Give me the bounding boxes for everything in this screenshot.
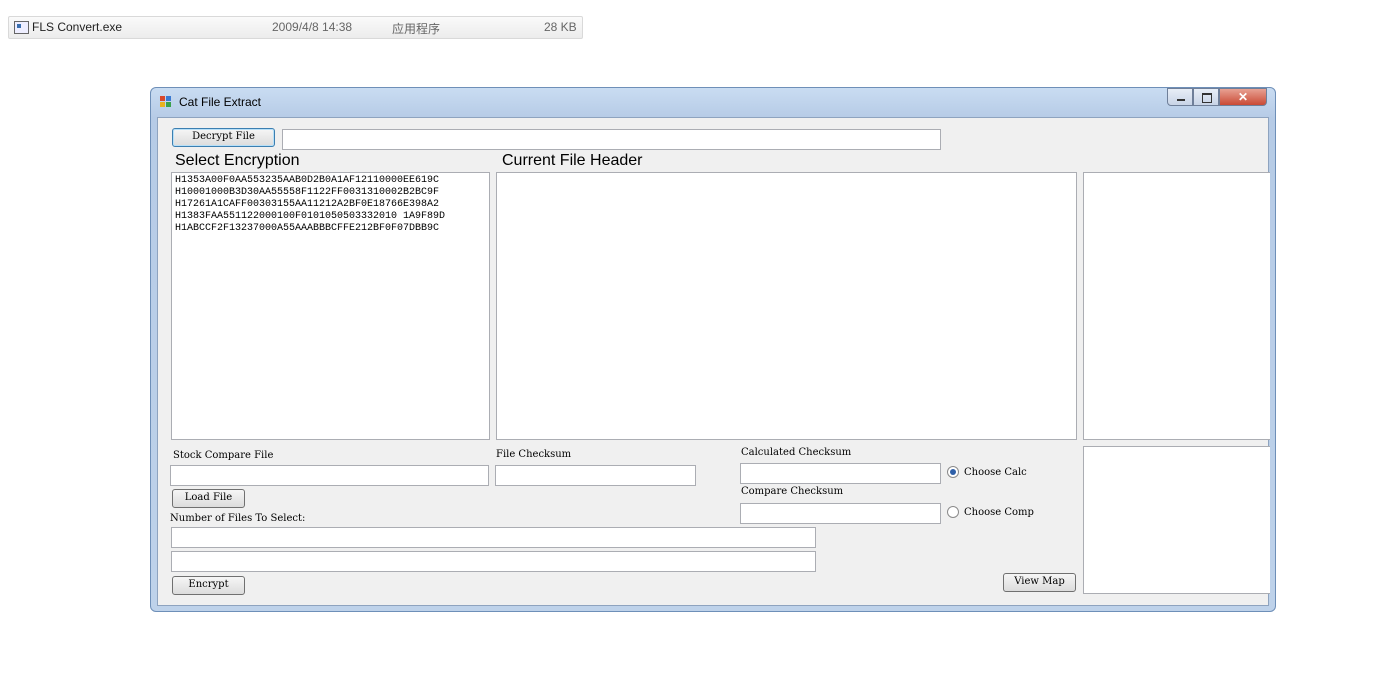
list-item[interactable]: H1ABCCF2F13237000A55AAABBBCFFE212BF0F07D… <box>175 223 486 235</box>
decrypt-file-button[interactable]: Decrypt File <box>172 128 275 147</box>
stock-compare-label: Stock Compare File <box>173 450 274 461</box>
number-of-files-field[interactable] <box>171 527 816 548</box>
side-panel-bottom[interactable] <box>1083 446 1270 594</box>
encryption-listbox[interactable]: H1353A00F0AA553235AAB0D2B0A1AF12110000EE… <box>171 172 490 440</box>
view-map-button[interactable]: View Map <box>1003 573 1076 592</box>
maximize-button[interactable] <box>1193 88 1219 106</box>
choose-calc-radio[interactable] <box>947 466 959 478</box>
decrypt-path-field[interactable] <box>282 129 941 150</box>
file-header-textbox[interactable] <box>496 172 1077 440</box>
file-checksum-label: File Checksum <box>496 449 572 460</box>
list-item[interactable]: H1383FAA551122000100F0101050503332010 1A… <box>175 211 486 223</box>
window-title: Cat File Extract <box>179 95 262 109</box>
compare-checksum-field[interactable] <box>740 503 941 524</box>
file-name: FLS Convert.exe <box>32 20 123 34</box>
close-icon: ✕ <box>1237 90 1249 104</box>
list-item[interactable]: H17261A1CAFF00303155AA11212A2BF0E18766E3… <box>175 199 486 211</box>
number-of-files-label: Number of Files To Select: <box>170 513 306 524</box>
calculated-checksum-label: Calculated Checksum <box>741 447 852 458</box>
file-list-row[interactable]: FLS Convert.exe 2009/4/8 14:38 应用程序 28 K… <box>8 16 583 39</box>
app-window: Cat File Extract ✕ Decrypt File Select E… <box>150 87 1276 612</box>
select-encryption-heading: Select Encryption <box>175 152 300 169</box>
calculated-checksum-field[interactable] <box>740 463 941 484</box>
encrypt-button[interactable]: Encrypt <box>172 576 245 595</box>
secondary-field[interactable] <box>171 551 816 572</box>
client-area: Decrypt File Select Encryption Current F… <box>157 117 1270 606</box>
file-date: 2009/4/8 14:38 <box>272 20 353 34</box>
list-item[interactable]: H1353A00F0AA553235AAB0D2B0A1AF12110000EE… <box>175 175 486 187</box>
application-icon <box>14 21 29 34</box>
choose-calc-label[interactable]: Choose Calc <box>964 467 1027 478</box>
file-size: 28 KB <box>544 20 577 34</box>
side-panel-top[interactable] <box>1083 172 1270 440</box>
compare-checksum-label: Compare Checksum <box>741 486 844 497</box>
file-checksum-field[interactable] <box>495 465 696 486</box>
close-button[interactable]: ✕ <box>1219 88 1267 106</box>
current-file-header-heading: Current File Header <box>502 152 643 169</box>
app-icon <box>160 96 172 108</box>
load-file-button[interactable]: Load File <box>172 489 245 508</box>
file-type: 应用程序 <box>392 22 441 36</box>
choose-comp-radio[interactable] <box>947 506 959 518</box>
list-item[interactable]: H10001000B3D30AA55558F1122FF0031310002B2… <box>175 187 486 199</box>
minimize-button[interactable] <box>1167 88 1193 106</box>
choose-comp-label[interactable]: Choose Comp <box>964 507 1034 518</box>
stock-compare-field[interactable] <box>170 465 489 486</box>
